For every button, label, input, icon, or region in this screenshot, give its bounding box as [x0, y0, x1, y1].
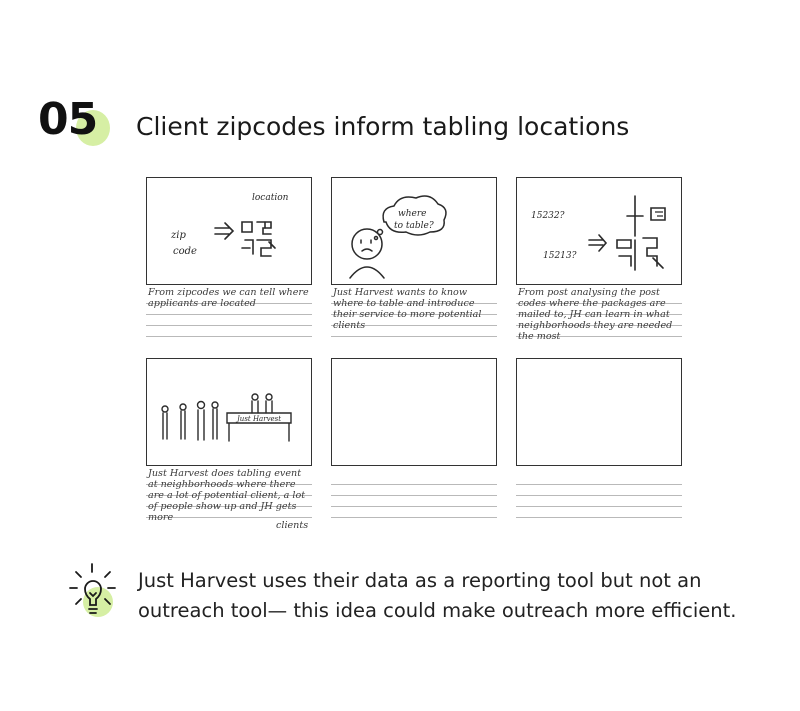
caption-rule [331, 484, 497, 485]
caption-rule [516, 517, 682, 518]
caption-rule [331, 506, 497, 507]
storyboard: location zip code From zipcodes we can t… [146, 177, 686, 547]
caption-rule [146, 325, 312, 326]
sketch-label-code: code [173, 246, 197, 257]
caption-rule [516, 495, 682, 496]
insight-line-1: Just Harvest uses their data as a report… [138, 569, 702, 592]
caption-rule [146, 336, 312, 337]
section-title: Client zipcodes inform tabling locations [136, 112, 630, 141]
sketch-frame: 15232? 15213? [516, 177, 682, 285]
caption-rule [331, 517, 497, 518]
caption-rule [146, 314, 312, 315]
lightbulb-icon [69, 563, 116, 617]
caption-rule [331, 336, 497, 337]
caption-rule [331, 495, 497, 496]
sketch-label-15232: 15232? [531, 211, 565, 221]
caption-rule [516, 506, 682, 507]
sketch-label-15213: 15213? [543, 251, 577, 261]
insight-text: Just Harvest uses their data as a report… [138, 566, 800, 626]
tabling-event-sketch: Just Harvest [161, 393, 292, 442]
section-number: 05 [38, 94, 98, 145]
section-number-badge: 05 [38, 92, 118, 152]
sketch-label-location: location [252, 193, 289, 203]
sketch-frame: where to table? [331, 177, 497, 285]
person-thinking-sketch: where to table? [349, 195, 447, 279]
sketch-label-just-harvest: Just Harvest [235, 415, 281, 423]
panel-caption: Just Harvest wants to know where to tabl… [333, 287, 482, 331]
sketch-frame: location zip code [146, 177, 312, 285]
zipcode-to-location-sketch: location zip code [170, 193, 289, 257]
sketch-label-zip: zip [170, 230, 186, 241]
sketch-frame: Just Harvest [146, 358, 312, 466]
sketch-label-to-table: to table? [394, 221, 434, 231]
panel-caption: From post analysing the post codes where… [518, 287, 673, 342]
postcode-analysis-sketch: 15232? 15213? [531, 195, 666, 271]
panel-caption: From zipcodes we can tell where applican… [148, 287, 309, 309]
insight-line-2: outreach tool— this idea could make outr… [138, 599, 737, 622]
sketch-frame-empty [331, 358, 497, 466]
sketch-frame-empty [516, 358, 682, 466]
panel-caption-end: clients [276, 520, 309, 531]
panel-caption: Just Harvest does tabling event at neigh… [148, 468, 306, 523]
caption-rule [516, 484, 682, 485]
sketch-label-where: where [398, 209, 426, 219]
